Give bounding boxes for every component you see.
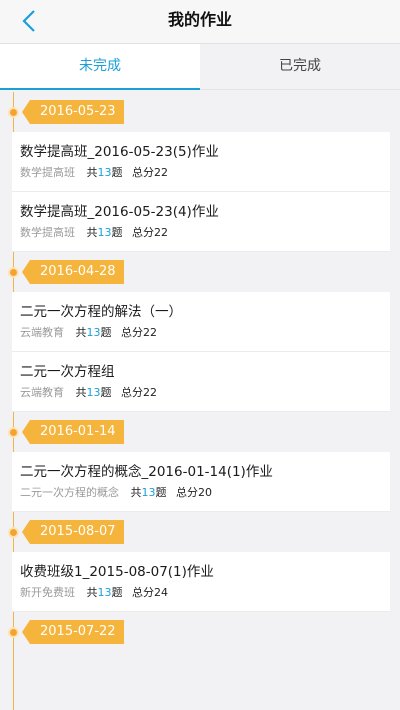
homework-item[interactable]: 二元一次方程的解法（一） 云端教育 共13题 总分22 xyxy=(12,292,390,352)
tab-incomplete[interactable]: 未完成 xyxy=(0,44,200,90)
date-row: 2016-05-23 xyxy=(0,92,400,132)
homework-meta: 云端教育 共13题 总分22 xyxy=(20,383,390,403)
timeline-dot-icon xyxy=(8,427,19,438)
date-badge: 2016-04-28 xyxy=(22,260,124,284)
homework-title: 数学提高班_2016-05-23(5)作业 xyxy=(20,144,219,160)
date-badge: 2016-05-23 xyxy=(22,100,124,124)
date-group: 2016-04-28 二元一次方程的解法（一） 云端教育 共13题 总分22 二… xyxy=(0,252,400,412)
homework-title: 数学提高班_2016-05-23(4)作业 xyxy=(20,204,219,220)
question-count: 共13题 xyxy=(75,326,112,339)
total-score: 总分22 xyxy=(121,326,157,339)
homework-source: 新开免费班 xyxy=(20,586,75,599)
homework-item[interactable]: 二元一次方程组 云端教育 共13题 总分22 xyxy=(12,352,390,412)
date-row: 2016-04-28 xyxy=(0,252,400,292)
homework-title: 二元一次方程组 xyxy=(20,364,115,380)
homework-item[interactable]: 数学提高班_2016-05-23(5)作业 数学提高班 共13题 总分22 xyxy=(12,132,390,192)
date-badge: 2015-07-22 xyxy=(22,620,124,644)
question-count: 共13题 xyxy=(86,166,123,179)
homework-title: 二元一次方程的概念_2016-01-14(1)作业 xyxy=(20,464,273,480)
homework-meta: 数学提高班 共13题 总分22 xyxy=(20,223,390,243)
total-score: 总分24 xyxy=(132,586,168,599)
homework-source: 云端教育 xyxy=(20,386,64,399)
timeline-dot-icon xyxy=(8,107,19,118)
date-group: 2016-05-23 数学提高班_2016-05-23(5)作业 数学提高班 共… xyxy=(0,92,400,252)
tab-bar: 未完成 已完成 xyxy=(0,44,400,90)
homework-meta: 云端教育 共13题 总分22 xyxy=(20,323,390,343)
date-badge: 2015-08-07 xyxy=(22,520,124,544)
homework-source: 二元一次方程的概念 xyxy=(20,486,119,499)
homework-item[interactable]: 二元一次方程的概念_2016-01-14(1)作业 二元一次方程的概念 共13题… xyxy=(12,452,390,512)
homework-source: 云端教育 xyxy=(20,326,64,339)
date-group: 2015-08-07 收费班级1_2015-08-07(1)作业 新开免费班 共… xyxy=(0,512,400,612)
homework-source: 数学提高班 xyxy=(20,226,75,239)
date-group: 2016-01-14 二元一次方程的概念_2016-01-14(1)作业 二元一… xyxy=(0,412,400,512)
question-count: 共13题 xyxy=(75,386,112,399)
homework-item[interactable]: 收费班级1_2015-08-07(1)作业 新开免费班 共13题 总分24 xyxy=(12,552,390,612)
homework-list: 2016-05-23 数学提高班_2016-05-23(5)作业 数学提高班 共… xyxy=(0,92,400,652)
homework-meta: 二元一次方程的概念 共13题 总分20 xyxy=(20,483,390,503)
question-count: 共13题 xyxy=(130,486,167,499)
total-score: 总分22 xyxy=(132,226,168,239)
homework-title: 二元一次方程的解法（一） xyxy=(20,304,182,320)
total-score: 总分22 xyxy=(121,386,157,399)
homework-meta: 新开免费班 共13题 总分24 xyxy=(20,583,390,603)
homework-source: 数学提高班 xyxy=(20,166,75,179)
date-row: 2016-01-14 xyxy=(0,412,400,452)
homework-item[interactable]: 数学提高班_2016-05-23(4)作业 数学提高班 共13题 总分22 xyxy=(12,192,390,252)
timeline-dot-icon xyxy=(8,527,19,538)
date-row: 2015-08-07 xyxy=(0,512,400,552)
nav-bar: 我的作业 xyxy=(0,0,400,44)
question-count: 共13题 xyxy=(86,226,123,239)
homework-title: 收费班级1_2015-08-07(1)作业 xyxy=(20,564,214,580)
tab-completed[interactable]: 已完成 xyxy=(200,44,400,89)
date-group: 2015-07-22 xyxy=(0,612,400,652)
homework-meta: 数学提高班 共13题 总分22 xyxy=(20,163,390,183)
page-title: 我的作业 xyxy=(167,10,232,29)
timeline-dot-icon xyxy=(8,627,19,638)
date-badge: 2016-01-14 xyxy=(22,420,124,444)
question-count: 共13题 xyxy=(86,586,123,599)
timeline-dot-icon xyxy=(8,267,19,278)
total-score: 总分20 xyxy=(176,486,212,499)
date-row: 2015-07-22 xyxy=(0,612,400,652)
total-score: 总分22 xyxy=(132,166,168,179)
